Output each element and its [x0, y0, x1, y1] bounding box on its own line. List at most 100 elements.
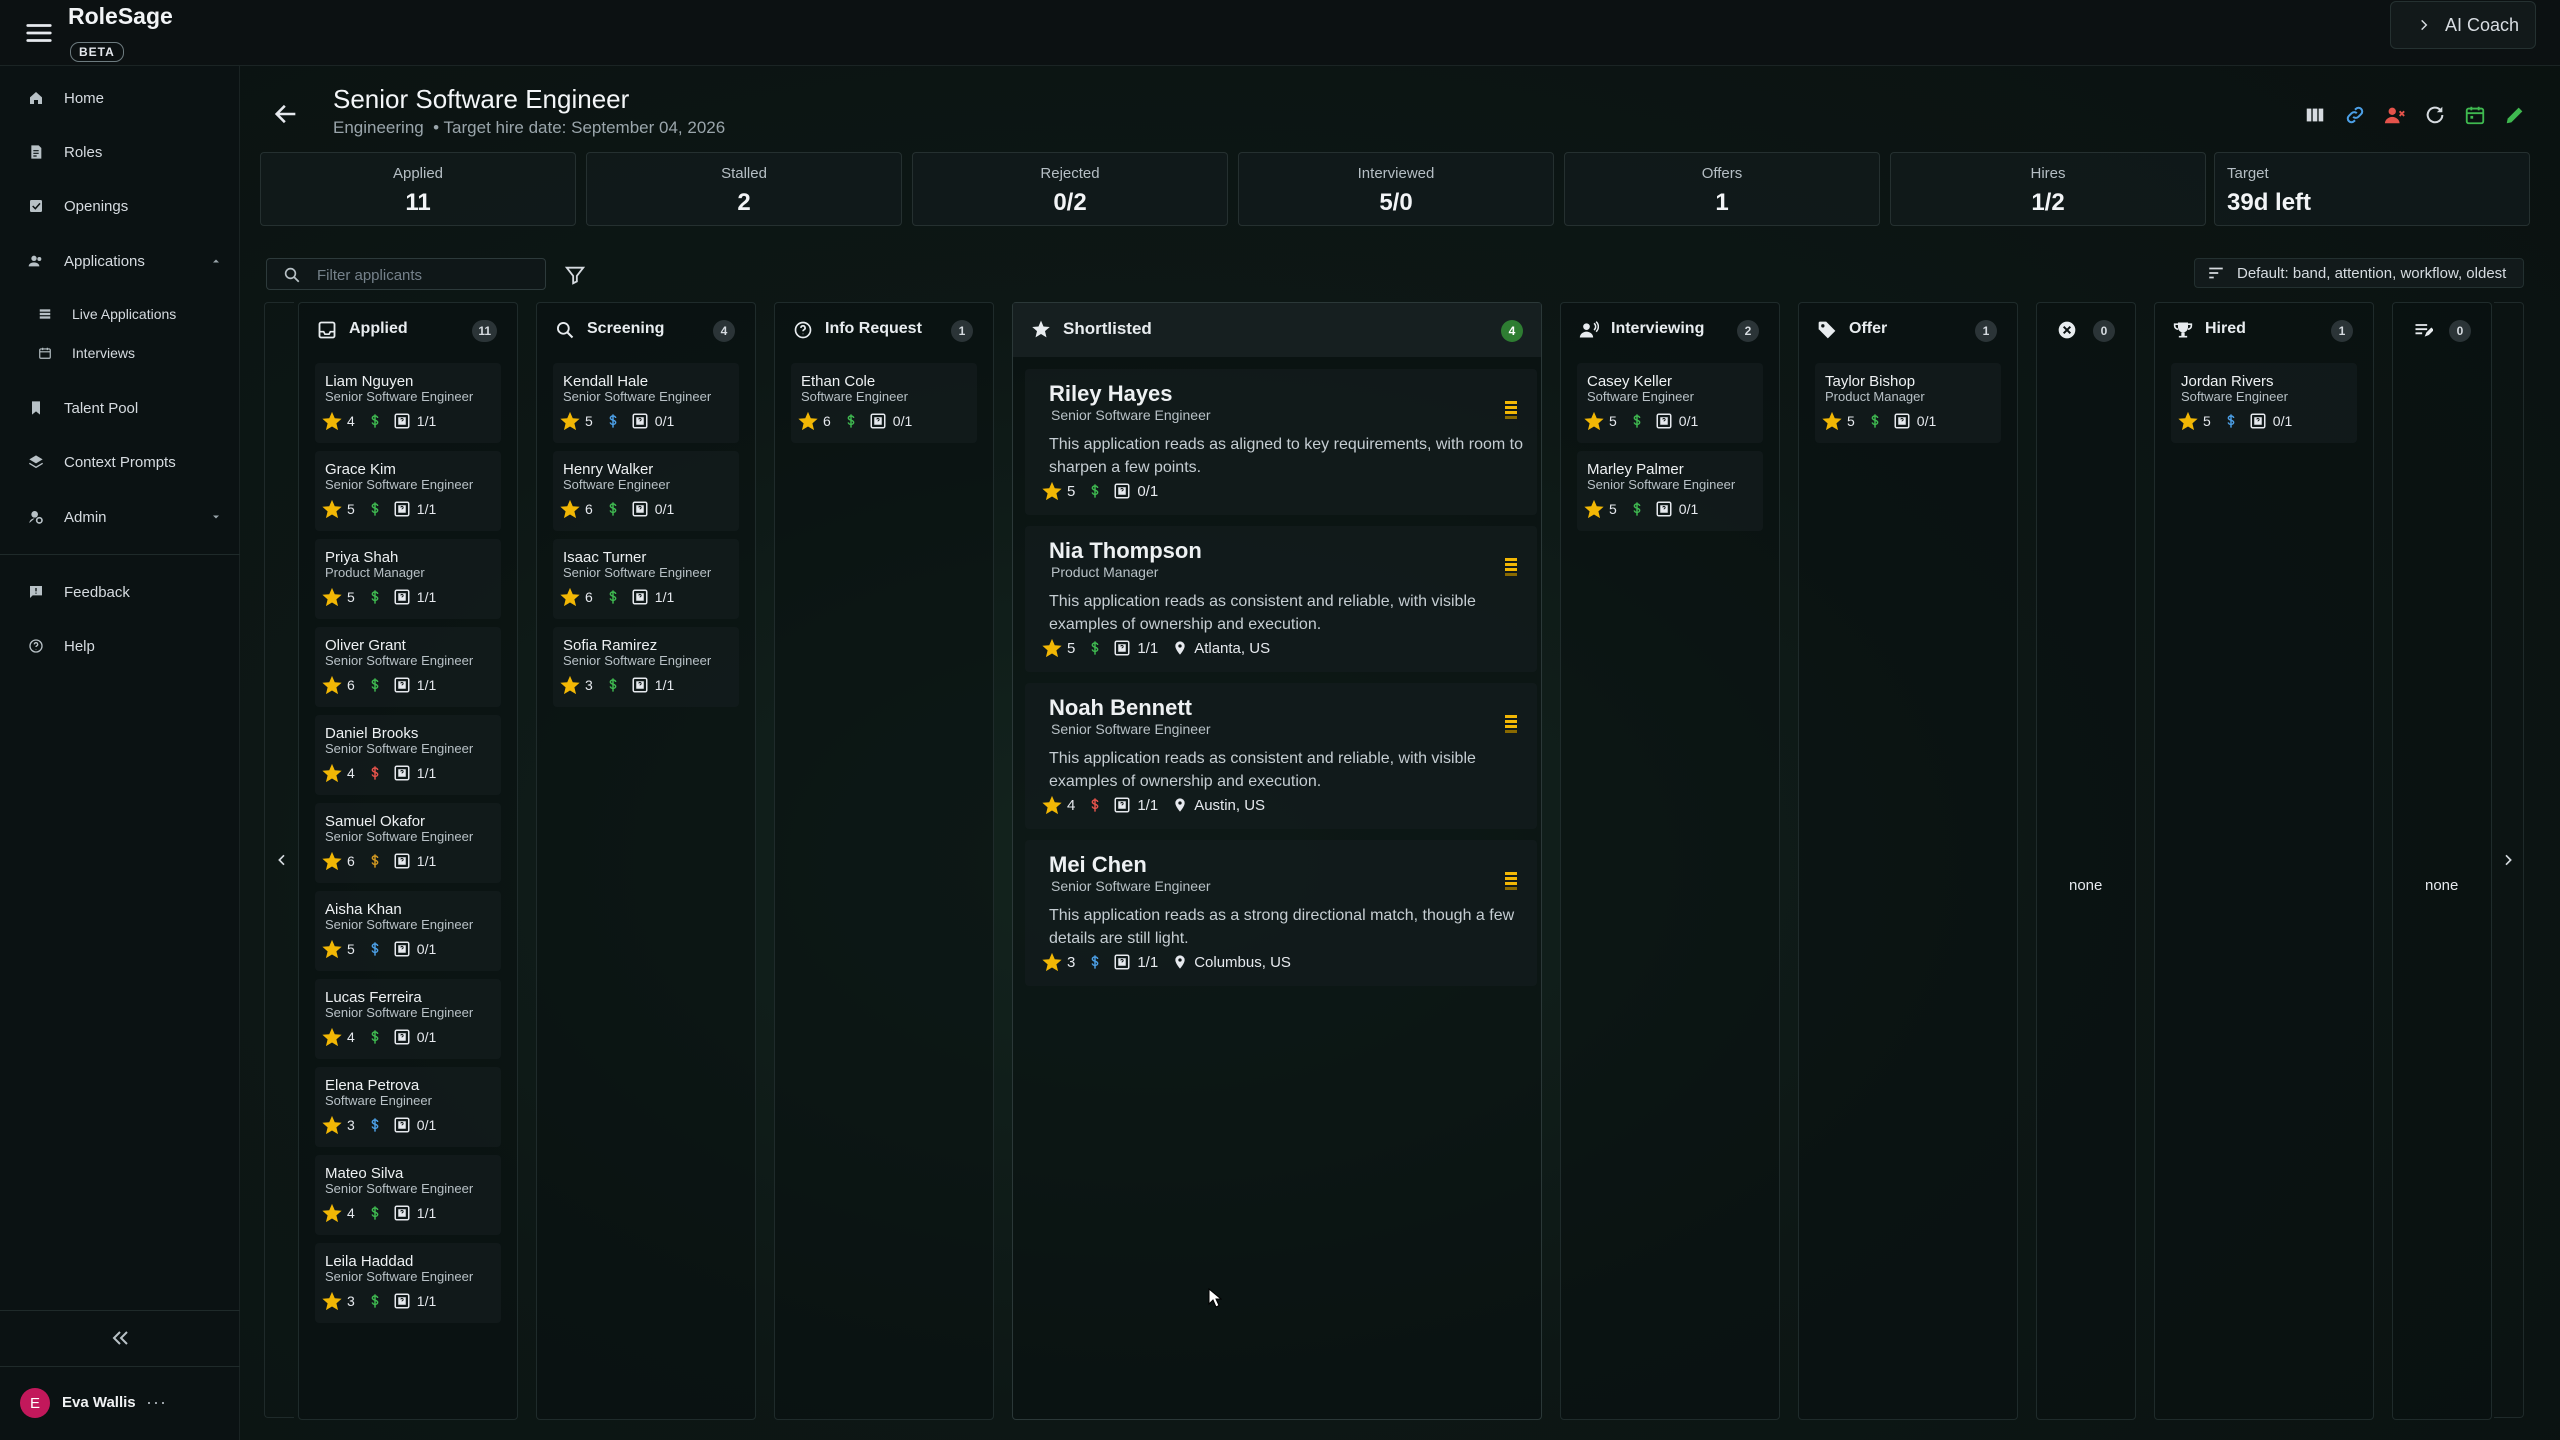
stat-offers[interactable]: Offers 1: [1564, 152, 1880, 226]
stat-target[interactable]: Target 39d left: [2214, 152, 2530, 226]
band-indicator-icon[interactable]: [1503, 556, 1519, 578]
column-count: 1: [1975, 320, 1997, 342]
candidate-summary: This application reads as aligned to key…: [1049, 436, 1524, 476]
candidate-card[interactable]: Jordan Rivers Software Engineer 5 0/1: [2171, 363, 2357, 443]
screening-value: 1/1: [416, 853, 437, 869]
band-indicator-icon[interactable]: [1503, 713, 1519, 735]
stat-stalled[interactable]: Stalled 2: [586, 152, 902, 226]
candidate-card[interactable]: Lucas Ferreira Senior Software Engineer 4 0…: [315, 979, 501, 1059]
rating-value: 6: [823, 413, 831, 429]
rating-value: 4: [347, 765, 355, 781]
sort-button[interactable]: Default: band, attention, workflow, olde…: [2194, 258, 2524, 288]
filter-icon[interactable]: [564, 264, 586, 286]
sidebar-item-home[interactable]: Home: [0, 78, 240, 118]
rating-value: 3: [347, 1117, 355, 1133]
link-icon[interactable]: [2344, 104, 2366, 126]
chevron-left-icon[interactable]: [274, 852, 290, 868]
sidebar-item-openings[interactable]: Openings: [0, 186, 240, 226]
rating-value: 5: [347, 589, 355, 605]
candidate-card[interactable]: Sofia Ramirez Senior Software Engineer 3 1/…: [553, 627, 739, 707]
candidate-card[interactable]: Leila Haddad Senior Software Engineer 3 1/1: [315, 1243, 501, 1323]
sidebar-item-talent-pool[interactable]: Talent Pool: [0, 388, 240, 428]
star-icon: [322, 675, 342, 695]
candidate-card[interactable]: Kendall Hale Senior Software Engineer 5 0/1: [553, 363, 739, 443]
card-meta: 4 1/1: [321, 763, 436, 783]
candidate-card[interactable]: Nia Thompson Product Manager This applicat…: [1025, 526, 1537, 672]
candidate-card[interactable]: Daniel Brooks Senior Software Engineer 4 1/…: [315, 715, 501, 795]
calendar-icon: [39, 347, 51, 359]
candidate-card[interactable]: Elena Petrova Software Engineer 3 0/1: [315, 1067, 501, 1147]
candidate-card[interactable]: Aisha Khan Senior Software Engineer 5 0/1: [315, 891, 501, 971]
candidate-card[interactable]: Oliver Grant Senior Software Engineer 6 1/1: [315, 627, 501, 707]
avatar[interactable]: E: [20, 1388, 50, 1418]
collapse-sidebar-icon[interactable]: [108, 1326, 132, 1350]
remove-user-icon[interactable]: [2384, 104, 2406, 126]
star-icon: [1032, 320, 1050, 338]
edit-icon[interactable]: [2504, 104, 2526, 126]
sidebar-item-interviews[interactable]: Interviews: [0, 333, 240, 373]
filter-input[interactable]: [317, 264, 537, 286]
candidate-role: Senior Software Engineer: [1587, 477, 1736, 492]
candidate-name: Kendall Hale: [563, 373, 649, 390]
star-icon: [560, 675, 580, 695]
candidate-card[interactable]: Casey Keller Software Engineer 5 0/1: [1577, 363, 1763, 443]
screening-icon: [394, 941, 410, 957]
candidate-card[interactable]: Liam Nguyen Senior Software Engineer 4 1/1: [315, 363, 501, 443]
band-indicator-icon[interactable]: [1503, 399, 1519, 421]
column-title: Interviewing: [1611, 320, 1705, 337]
screening-value: 1/1: [416, 413, 437, 429]
candidate-card[interactable]: Marley Palmer Senior Software Engineer 5 0/…: [1577, 451, 1763, 531]
star-icon: [322, 499, 342, 519]
candidate-card[interactable]: Mei Chen Senior Software Engineer This app…: [1025, 840, 1537, 986]
menu-icon[interactable]: [24, 18, 54, 48]
refresh-icon[interactable]: [2424, 104, 2446, 126]
stat-rejected[interactable]: Rejected 0/2: [912, 152, 1228, 226]
candidate-card[interactable]: Henry Walker Software Engineer 6 0/1: [553, 451, 739, 531]
candidate-card[interactable]: Priya Shah Product Manager 5 1/1: [315, 539, 501, 619]
empty-state: none: [2069, 877, 2103, 894]
band-indicator-icon[interactable]: [1503, 870, 1519, 892]
sidebar-item-feedback[interactable]: Feedback: [0, 572, 240, 612]
card-meta: 5 1/1: [321, 587, 436, 607]
candidate-card[interactable]: Ethan Cole Software Engineer 6 0/1: [791, 363, 977, 443]
candidate-card[interactable]: Noah Bennett Senior Software Engineer This…: [1025, 683, 1537, 829]
candidate-name: Lucas Ferreira: [325, 989, 422, 1006]
sidebar-item-applications[interactable]: Applications: [0, 241, 240, 281]
stat-label: Stalled: [721, 165, 767, 182]
column-count: 1: [2331, 320, 2353, 342]
chevron-right-icon[interactable]: [2500, 852, 2516, 868]
card-meta: 3 1/1 Columbus, US: [1041, 952, 1291, 972]
candidate-card[interactable]: Riley Hayes Senior Software Engineer This …: [1025, 369, 1537, 515]
screening-icon: [1894, 413, 1910, 429]
dollar-icon: [371, 678, 379, 692]
column-offer: Offer 1 Taylor Bishop Product Manager 5 0/1: [1798, 302, 2018, 1420]
candidate-card[interactable]: Samuel Okafor Senior Software Engineer 6 1/…: [315, 803, 501, 883]
sidebar-item-help[interactable]: Help: [0, 626, 240, 666]
candidate-card[interactable]: Mateo Silva Senior Software Engineer 4 1/1: [315, 1155, 501, 1235]
candidate-card[interactable]: Grace Kim Senior Software Engineer 5 1/1: [315, 451, 501, 531]
back-arrow-icon[interactable]: [272, 100, 300, 128]
sidebar-item-context-prompts[interactable]: Context Prompts: [0, 442, 240, 482]
user-menu-button[interactable]: ···: [146, 1392, 167, 1413]
stat-hires[interactable]: Hires 1/2: [1890, 152, 2206, 226]
star-icon: [1042, 638, 1062, 658]
stat-interviewed[interactable]: Interviewed 5/0: [1238, 152, 1554, 226]
calendar-icon[interactable]: [2464, 104, 2486, 126]
sidebar-item-admin[interactable]: Admin: [0, 497, 240, 537]
candidate-card[interactable]: Isaac Turner Senior Software Engineer 6 1/1: [553, 539, 739, 619]
board-view-icon[interactable]: [2304, 104, 2326, 126]
star-icon: [322, 1291, 342, 1311]
page-title: Senior Software Engineer: [333, 84, 630, 114]
ai-coach-button[interactable]: AI Coach: [2390, 1, 2536, 49]
dollar-icon: [847, 414, 855, 428]
candidate-card[interactable]: Taylor Bishop Product Manager 5 0/1: [1815, 363, 2001, 443]
stat-value: 11: [405, 189, 431, 216]
filter-field[interactable]: [266, 258, 546, 290]
card-meta: 4 1/1: [321, 1203, 436, 1223]
dollar-icon: [371, 1294, 379, 1308]
sidebar-item-roles[interactable]: Roles: [0, 132, 240, 172]
sidebar-item-live-applications[interactable]: Live Applications: [0, 294, 240, 334]
list-icon: [39, 309, 51, 319]
stat-applied[interactable]: Applied 11: [260, 152, 576, 226]
star-icon: [322, 939, 342, 959]
